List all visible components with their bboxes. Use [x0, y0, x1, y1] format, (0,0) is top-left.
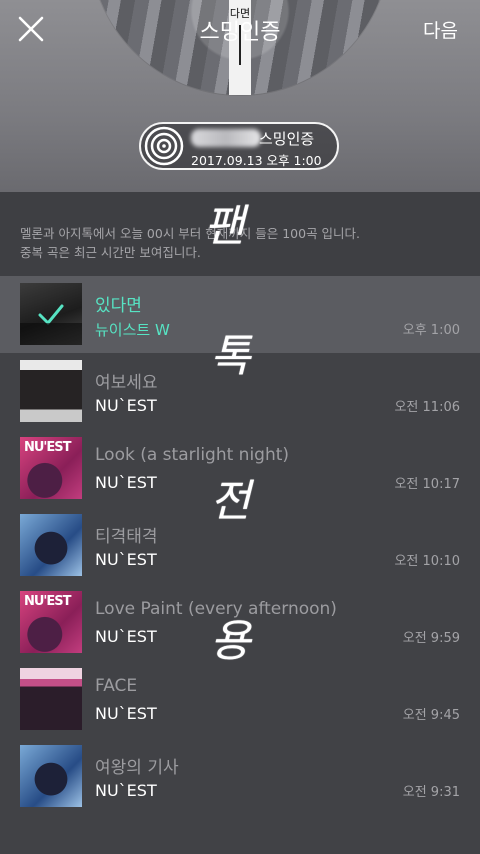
header: 다면 스밍인증 다음 스밍인증 2017.09.13 오후 1:00	[0, 0, 480, 192]
bookmark-tag: 다면	[229, 0, 251, 95]
redacted-username	[191, 129, 261, 147]
badge-date: 2017.09.13 오후 1:00	[191, 153, 322, 168]
album-thumbnail	[20, 745, 82, 807]
play-time: 오전 9:45	[402, 708, 460, 723]
song-row[interactable]: 있다면 뉴이스트 W 오후 1:00	[0, 276, 480, 353]
song-artist: NU`EST	[95, 704, 157, 723]
album-thumbnail	[20, 283, 82, 345]
song-title: Love Paint (every afternoon)	[95, 599, 337, 619]
song-title: 있다면	[95, 296, 142, 316]
check-icon	[38, 304, 64, 325]
play-time: 오전 10:10	[394, 554, 460, 569]
album-thumbnail	[20, 514, 82, 576]
play-time: 오후 1:00	[402, 323, 460, 338]
info-section: 멜론과 아지톡에서 오늘 00시 부터 현재까지 들은 100곡 입니다. 중복…	[0, 192, 480, 276]
album-thumbnail	[20, 668, 82, 730]
play-time: 오전 9:59	[402, 631, 460, 646]
next-button[interactable]: 다음	[423, 16, 458, 43]
album-thumbnail: NU'EST	[20, 437, 82, 499]
album-thumbnail	[20, 360, 82, 422]
album-thumbnail: NU'EST	[20, 591, 82, 653]
selected-overlay	[20, 283, 82, 345]
play-time: 오전 11:06	[394, 400, 460, 415]
song-list: 있다면 뉴이스트 W 오후 1:00 여보세요 NU`EST 오전 11:06 …	[0, 276, 480, 815]
song-artist: NU`EST	[95, 396, 157, 415]
bookmark-text: 다면	[229, 7, 251, 20]
song-row[interactable]: 티격태격 NU`EST 오전 10:10	[0, 507, 480, 584]
streaming-badge: 스밍인증 2017.09.13 오후 1:00	[139, 122, 339, 170]
album-logo: NU'EST	[24, 440, 72, 455]
badge-label: 스밍인증	[259, 130, 315, 148]
play-time: 오전 9:31	[402, 785, 460, 800]
info-line-2: 중복 곡은 최근 시간만 보여집니다.	[20, 245, 201, 260]
vinyl-icon	[144, 126, 184, 166]
song-title: 여왕의 기사	[95, 758, 179, 778]
song-artist: NU`EST	[95, 627, 157, 646]
close-icon[interactable]	[18, 16, 44, 42]
song-title: 여보세요	[95, 373, 158, 393]
play-time: 오전 10:17	[394, 477, 460, 492]
song-row[interactable]: NU'EST Love Paint (every afternoon) NU`E…	[0, 584, 480, 661]
song-artist: 뉴이스트 W	[95, 321, 170, 339]
song-title: Look (a starlight night)	[95, 445, 290, 465]
song-row[interactable]: 여왕의 기사 NU`EST 오전 9:31	[0, 738, 480, 815]
song-row[interactable]: 여보세요 NU`EST 오전 11:06	[0, 353, 480, 430]
song-artist: NU`EST	[95, 781, 157, 800]
song-title: FACE	[95, 676, 138, 696]
song-artist: NU`EST	[95, 473, 157, 492]
song-title: 티격태격	[95, 527, 158, 547]
song-row[interactable]: NU'EST Look (a starlight night) NU`EST 오…	[0, 430, 480, 507]
song-row[interactable]: FACE NU`EST 오전 9:45	[0, 661, 480, 738]
song-artist: NU`EST	[95, 550, 157, 569]
info-line-1: 멜론과 아지톡에서 오늘 00시 부터 현재까지 들은 100곡 입니다.	[20, 226, 361, 241]
album-logo: NU'EST	[24, 594, 72, 609]
